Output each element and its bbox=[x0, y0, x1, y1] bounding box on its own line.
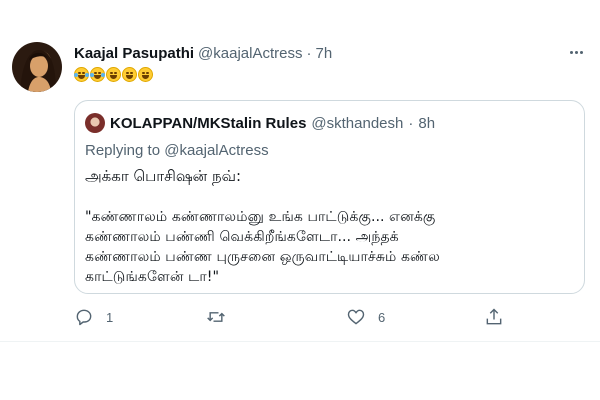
grinning-sweat-icon bbox=[138, 67, 153, 82]
timestamp[interactable]: 7h bbox=[315, 45, 332, 62]
quoted-tweet[interactable]: KOLAPPAN/MKStalin Rules @skthandesh · 8h… bbox=[74, 100, 585, 294]
tweet-header: Kaajal Pasupathi @kaajalActress · 7h bbox=[74, 45, 332, 62]
quoted-separator-dot: · bbox=[408, 114, 414, 132]
quoted-text-body: "கண்ணாலம் கண்ணாலம்னு உங்க பாட்டுக்கு... … bbox=[85, 207, 580, 287]
user-handle[interactable]: @kaajalActress bbox=[198, 45, 302, 62]
display-name[interactable]: Kaajal Pasupathi bbox=[74, 45, 194, 62]
laughing-tears-icon bbox=[90, 67, 105, 82]
quoted-display-name[interactable]: KOLAPPAN/MKStalin Rules bbox=[110, 115, 306, 132]
quoted-text-line: "கண்ணாலம் கண்ணாலம்னு உங்க பாட்டுக்கு... … bbox=[85, 209, 436, 225]
replying-to[interactable]: Replying to @kaajalActress bbox=[85, 142, 269, 159]
reply-button[interactable]: 1 bbox=[74, 307, 113, 327]
grinning-sweat-icon bbox=[122, 67, 137, 82]
retweet-icon bbox=[207, 312, 225, 322]
share-icon bbox=[486, 308, 502, 325]
grinning-sweat-icon bbox=[106, 67, 121, 82]
heart-icon bbox=[347, 309, 365, 325]
quoted-tweet-header: KOLAPPAN/MKStalin Rules @skthandesh · 8h bbox=[85, 113, 435, 133]
reply-icon bbox=[76, 309, 92, 326]
separator-dot: · bbox=[306, 45, 312, 62]
more-options-icon[interactable] bbox=[566, 44, 586, 60]
quoted-user-handle[interactable]: @skthandesh bbox=[311, 115, 403, 132]
reply-count: 1 bbox=[106, 309, 114, 325]
like-button[interactable]: 6 bbox=[346, 307, 385, 327]
share-button[interactable] bbox=[484, 307, 504, 327]
avatar[interactable] bbox=[12, 42, 62, 92]
quoted-avatar[interactable] bbox=[85, 113, 105, 133]
retweet-button[interactable] bbox=[206, 307, 238, 327]
action-bar: 1 6 bbox=[74, 307, 514, 329]
tweet[interactable]: Kaajal Pasupathi @kaajalActress · 7h KOL… bbox=[0, 0, 600, 340]
quoted-text-line: கண்ணாலம் பண்ணி வெக்கிறீங்களேடா... அந்தக் bbox=[85, 229, 399, 245]
quoted-timestamp[interactable]: 8h bbox=[418, 115, 435, 132]
laughing-tears-icon bbox=[74, 67, 89, 82]
like-count: 6 bbox=[378, 309, 386, 325]
emoji-row bbox=[74, 67, 153, 82]
quoted-text-line: கண்ணாலம் பண்ண புருசனை ஒருவாட்டியாச்சும் … bbox=[85, 249, 440, 265]
quoted-text-line: காட்டுங்களேன் டா!" bbox=[85, 269, 220, 285]
divider bbox=[0, 341, 600, 342]
quoted-text-line: அக்கா பொசிஷன் நவ்: bbox=[85, 167, 242, 185]
